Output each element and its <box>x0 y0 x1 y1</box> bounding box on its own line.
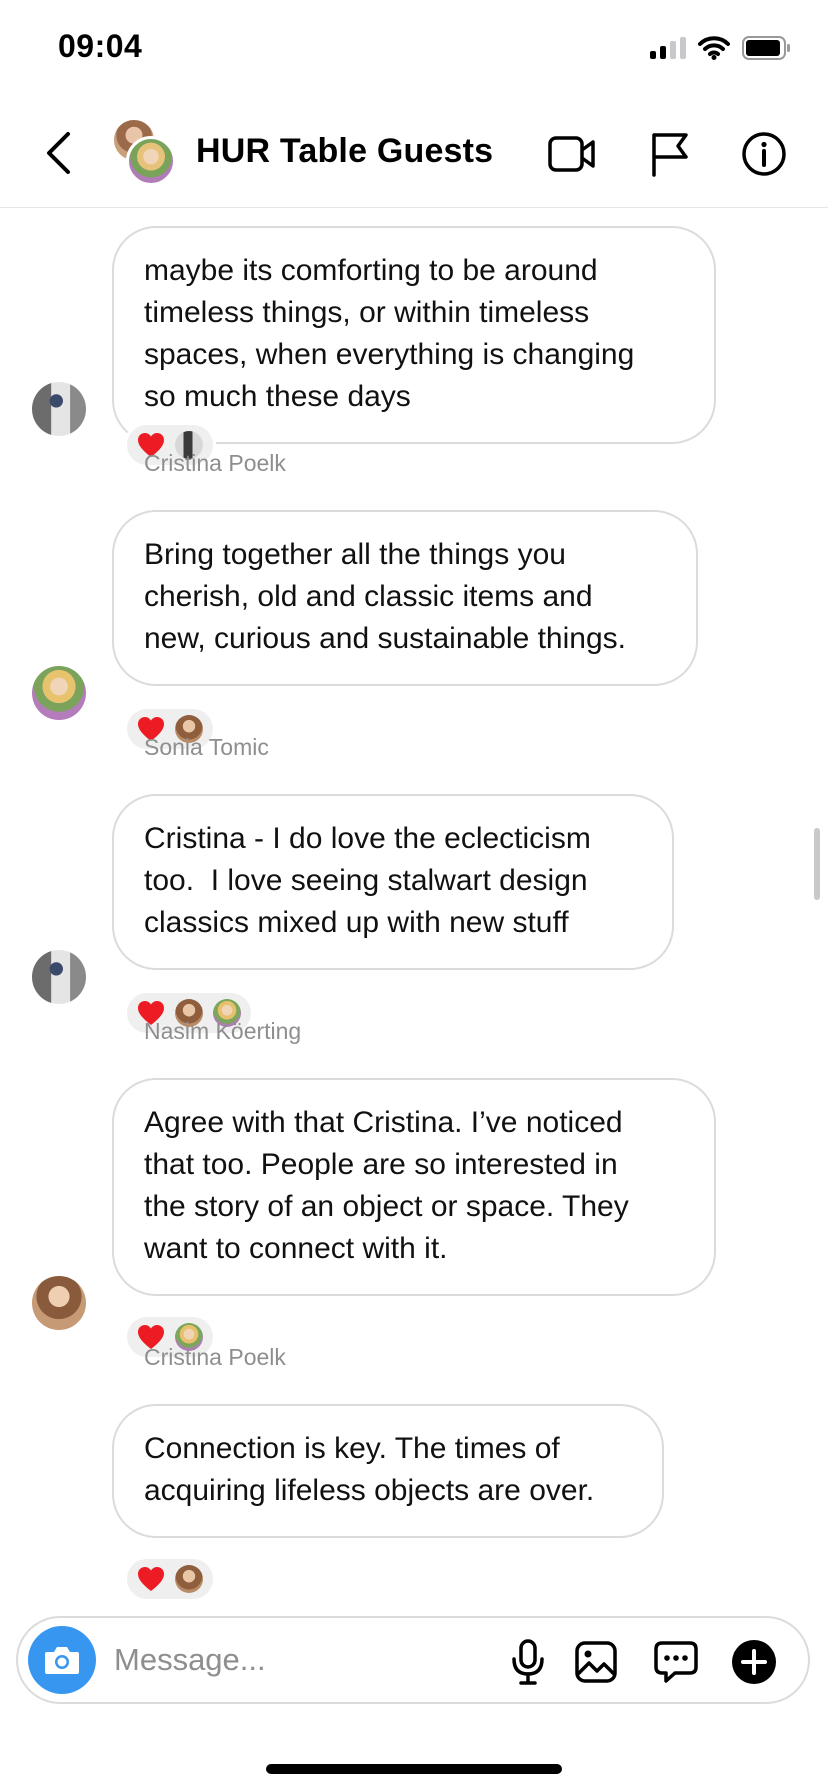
message-composer <box>16 1616 810 1704</box>
back-chevron-icon <box>47 132 70 174</box>
message-line: acquiring lifeless objects are over. <box>144 1474 595 1507</box>
message-line: cherish, old and classic items and <box>144 580 593 613</box>
message-line: too. I love seeing stalwart design <box>144 864 588 897</box>
status-icons <box>650 36 792 60</box>
message-line: so much these days <box>144 380 411 413</box>
message-bubble[interactable]: Agree with that Cristina. I’ve noticed t… <box>112 1078 716 1296</box>
message-line: spaces, when everything is changing <box>144 338 635 371</box>
message-line: Bring together all the things you <box>144 538 566 571</box>
group-member-avatar <box>126 136 176 186</box>
wifi-icon <box>698 36 730 60</box>
sender-name: Cristina Poelk <box>144 450 286 476</box>
flag-icon <box>652 133 688 177</box>
sender-avatar[interactable] <box>32 382 86 436</box>
message-line: the story of an object or space. They <box>144 1190 629 1223</box>
report-button[interactable] <box>644 128 696 180</box>
add-icon <box>732 1640 776 1684</box>
camera-icon <box>45 1647 79 1674</box>
status-bar: 09:04 <box>0 0 828 100</box>
sender-name: Nasim Köerting <box>144 1018 302 1044</box>
voice-message-button[interactable] <box>502 1636 554 1688</box>
message-line: maybe its comforting to be around <box>144 254 598 287</box>
sender-avatar[interactable] <box>32 666 86 720</box>
message-reactions[interactable] <box>124 1556 216 1602</box>
message-input[interactable] <box>114 1632 434 1688</box>
sender-name: Sonia Tomic <box>144 734 269 760</box>
message-line: Agree with that Cristina. I’ve noticed <box>144 1106 623 1139</box>
sticker-button[interactable] <box>650 1636 702 1688</box>
sender-avatar[interactable] <box>32 950 86 1004</box>
cellular-signal-icon <box>650 37 686 59</box>
battery-icon <box>742 36 790 60</box>
chat-title[interactable]: HUR Table Guests <box>196 132 493 171</box>
message-line: timeless things, or within timeless <box>144 296 590 329</box>
message-line: new, curious and sustainable things. <box>144 622 626 655</box>
message-bubble[interactable]: Bring together all the things you cheris… <box>112 510 698 686</box>
more-actions-button[interactable] <box>728 1636 780 1688</box>
heart-icon <box>137 1566 165 1592</box>
message-line: want to connect with it. <box>144 1232 448 1265</box>
sender-avatar[interactable] <box>32 1276 86 1330</box>
video-call-button[interactable] <box>546 128 598 180</box>
camera-button[interactable] <box>28 1626 96 1694</box>
message-line: Cristina - I do love the eclecticism <box>144 822 591 855</box>
group-avatar[interactable] <box>110 118 178 188</box>
status-time: 09:04 <box>58 28 143 64</box>
video-camera-icon <box>548 136 595 172</box>
back-button[interactable] <box>38 128 78 178</box>
scrollbar[interactable] <box>814 828 820 900</box>
sender-name: Cristina Poelk <box>144 1344 286 1370</box>
chat-header: HUR Table Guests <box>0 100 828 208</box>
message-bubble[interactable]: maybe its comforting to be around timele… <box>112 226 716 444</box>
sticker-chat-icon <box>654 1641 698 1683</box>
message-bubble[interactable]: Connection is key. The times of acquirin… <box>112 1404 664 1538</box>
message-list[interactable]: maybe its comforting to be around timele… <box>0 208 828 1616</box>
message-line: classics mixed up with new stuff <box>144 906 569 939</box>
info-button[interactable] <box>738 128 790 180</box>
reactor-avatar <box>175 1565 203 1593</box>
gallery-button[interactable] <box>570 1636 622 1688</box>
message-line: Connection is key. The times of <box>144 1432 560 1465</box>
message-bubble[interactable]: Cristina - I do love the eclecticism too… <box>112 794 674 970</box>
home-indicator[interactable] <box>266 1764 562 1774</box>
message-line: that too. People are so interested in <box>144 1148 618 1181</box>
microphone-icon <box>512 1639 544 1685</box>
gallery-icon <box>575 1641 617 1683</box>
info-icon <box>742 132 786 176</box>
